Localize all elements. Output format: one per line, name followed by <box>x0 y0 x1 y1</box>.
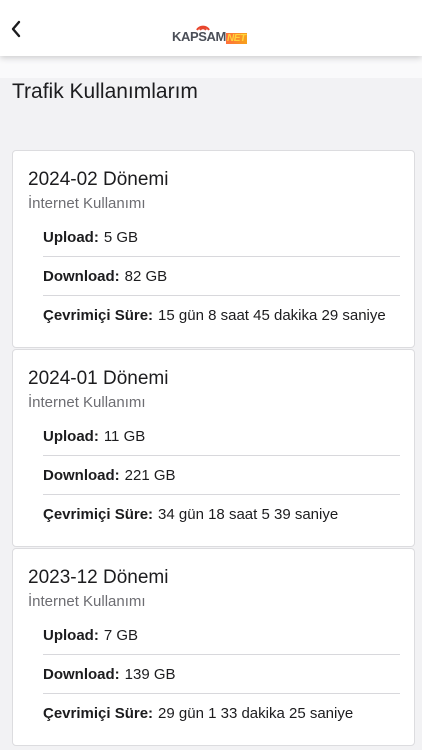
header-strip <box>0 56 422 78</box>
period-subtitle: İnternet Kullanımı <box>28 394 146 411</box>
chevron-left-icon <box>11 20 21 38</box>
kapsamnet-logo: KAPSAMNET <box>172 22 268 44</box>
download-value: 82 GB <box>124 267 168 285</box>
period-subtitle: İnternet Kullanımı <box>28 195 146 212</box>
logo-text-kapsam: KAPSAM <box>172 29 226 44</box>
period-card: 2023-12 Dönemi İnternet Kullanımı Upload… <box>12 548 415 746</box>
logo-text-net: NET <box>225 33 247 44</box>
upload-row: Upload: 5 GB <box>43 218 400 257</box>
upload-label: Upload: <box>43 626 99 644</box>
period-card: 2024-02 Dönemi İnternet Kullanımı Upload… <box>12 150 415 348</box>
online-time-row: Çevrimiçi Süre: 34 gün 18 saat 5 39 sani… <box>43 495 400 534</box>
upload-value: 11 GB <box>103 427 146 445</box>
period-subtitle: İnternet Kullanımı <box>28 593 146 610</box>
back-button[interactable] <box>4 15 28 43</box>
period-title: 2023-12 Dönemi <box>28 567 169 588</box>
period-title: 2024-01 Dönemi <box>28 368 169 389</box>
online-time-value: 34 gün 18 saat 5 39 saniye <box>158 506 339 523</box>
online-time-row: Çevrimiçi Süre: 29 gün 1 33 dakika 25 sa… <box>43 694 400 733</box>
download-label: Download: <box>43 267 120 285</box>
app-header: KAPSAMNET <box>0 0 422 56</box>
download-label: Download: <box>43 466 120 484</box>
online-time-value: 15 gün 8 saat 45 dakika 29 saniye <box>158 307 386 324</box>
period-title: 2024-02 Dönemi <box>28 169 169 190</box>
online-time-value: 29 gün 1 33 dakika 25 saniye <box>158 705 354 722</box>
download-value: 221 GB <box>124 466 176 484</box>
upload-label: Upload: <box>43 427 99 445</box>
online-time-label: Çevrimiçi Süre: <box>43 506 154 523</box>
upload-value: 5 GB <box>103 228 139 246</box>
download-label: Download: <box>43 665 120 683</box>
upload-row: Upload: 11 GB <box>43 417 400 456</box>
upload-value: 7 GB <box>103 626 139 644</box>
online-time-label: Çevrimiçi Süre: <box>43 307 154 324</box>
upload-row: Upload: 7 GB <box>43 616 400 655</box>
online-time-row: Çevrimiçi Süre: 15 gün 8 saat 45 dakika … <box>43 296 400 335</box>
period-card: 2024-01 Dönemi İnternet Kullanımı Upload… <box>12 349 415 547</box>
download-row: Download: 82 GB <box>43 257 400 296</box>
upload-label: Upload: <box>43 228 99 246</box>
download-row: Download: 139 GB <box>43 655 400 694</box>
online-time-label: Çevrimiçi Süre: <box>43 705 154 722</box>
page-title: Trafik Kullanımlarım <box>12 80 198 103</box>
download-value: 139 GB <box>124 665 176 683</box>
download-row: Download: 221 GB <box>43 456 400 495</box>
